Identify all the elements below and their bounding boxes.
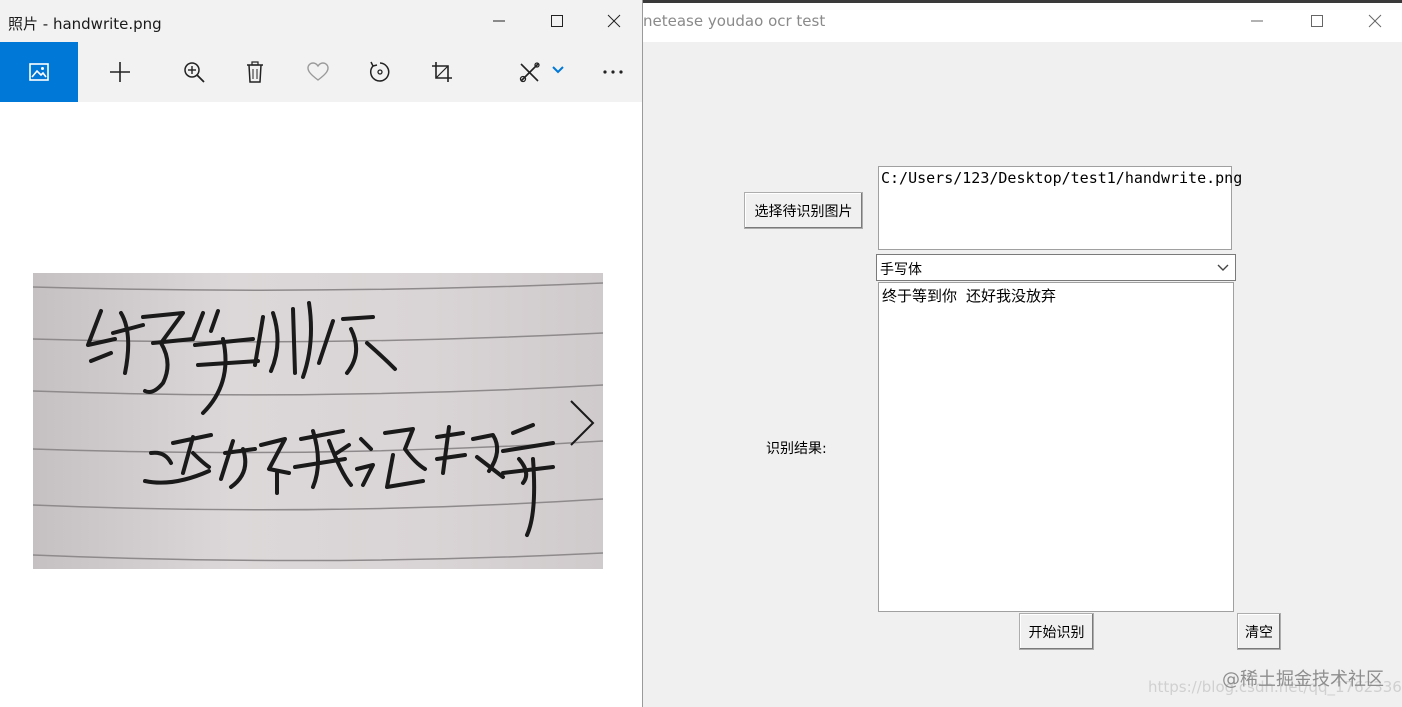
result-label: 识别结果: xyxy=(766,441,827,457)
crop-button[interactable] xyxy=(419,42,465,102)
chevron-down-icon xyxy=(552,66,564,74)
trash-icon xyxy=(247,61,263,83)
maximize-icon xyxy=(1311,15,1323,27)
crop-icon xyxy=(432,62,452,82)
edit-dropdown-toggle[interactable] xyxy=(550,62,566,78)
heart-icon xyxy=(307,62,329,81)
close-button[interactable] xyxy=(1346,0,1402,42)
close-icon xyxy=(607,14,621,28)
clear-button[interactable]: 清空 xyxy=(1237,613,1281,650)
handwriting-image xyxy=(33,282,603,562)
ocr-title-bar: netease youdao ocr test xyxy=(643,0,1402,42)
path-text-box[interactable]: C:/Users/123/Desktop/test1/handwrite.png xyxy=(878,166,1242,250)
next-photo-arrow[interactable] xyxy=(570,400,595,446)
photos-close-button[interactable] xyxy=(585,0,643,42)
ocr-window: netease youdao ocr test 选择待识别图片 C:/Users… xyxy=(643,0,1402,707)
mode-select-value: 手写体 xyxy=(880,262,922,278)
delete-button[interactable] xyxy=(232,42,278,102)
photos-window-title: 照片 - handwrite.png xyxy=(8,15,162,33)
favorite-button[interactable] xyxy=(295,42,341,102)
start-recognize-button[interactable]: 开始识别 xyxy=(1019,613,1094,650)
photos-window: 照片 - handwrite.png xyxy=(0,0,643,707)
plus-icon xyxy=(110,62,130,82)
edit-draw-icon xyxy=(519,62,540,83)
handwriting-photo xyxy=(33,273,603,569)
more-icon xyxy=(603,70,623,74)
select-image-button[interactable]: 选择待识别图片 xyxy=(744,192,863,229)
result-text-box[interactable]: 终于等到你 还好我没放弃 xyxy=(878,282,1234,612)
photos-minimize-button[interactable] xyxy=(470,0,528,42)
chevron-down-icon xyxy=(1217,264,1229,271)
minimize-icon xyxy=(493,20,505,22)
rotate-icon xyxy=(369,61,390,82)
close-icon xyxy=(1368,14,1382,28)
juejin-watermark: @稀土掘金技术社区 xyxy=(1222,669,1384,690)
rotate-button[interactable] xyxy=(357,42,403,102)
mode-select[interactable]: 手写体 xyxy=(876,254,1236,281)
maximize-button[interactable] xyxy=(1288,0,1346,42)
zoom-in-icon xyxy=(184,62,205,83)
minimize-icon xyxy=(1251,20,1263,22)
see-all-photos-button[interactable] xyxy=(0,42,78,102)
add-to-button[interactable] xyxy=(97,42,143,102)
edit-create-button[interactable] xyxy=(507,42,553,102)
photos-title-bar: 照片 - handwrite.png xyxy=(0,0,642,42)
more-options-button[interactable] xyxy=(590,42,636,102)
photos-toolbar xyxy=(0,42,642,102)
zoom-button[interactable] xyxy=(171,42,217,102)
minimize-button[interactable] xyxy=(1228,0,1286,42)
ocr-window-title: netease youdao ocr test xyxy=(643,12,826,30)
photo-icon xyxy=(29,63,49,81)
maximize-icon xyxy=(551,15,563,27)
photos-maximize-button[interactable] xyxy=(528,0,586,42)
